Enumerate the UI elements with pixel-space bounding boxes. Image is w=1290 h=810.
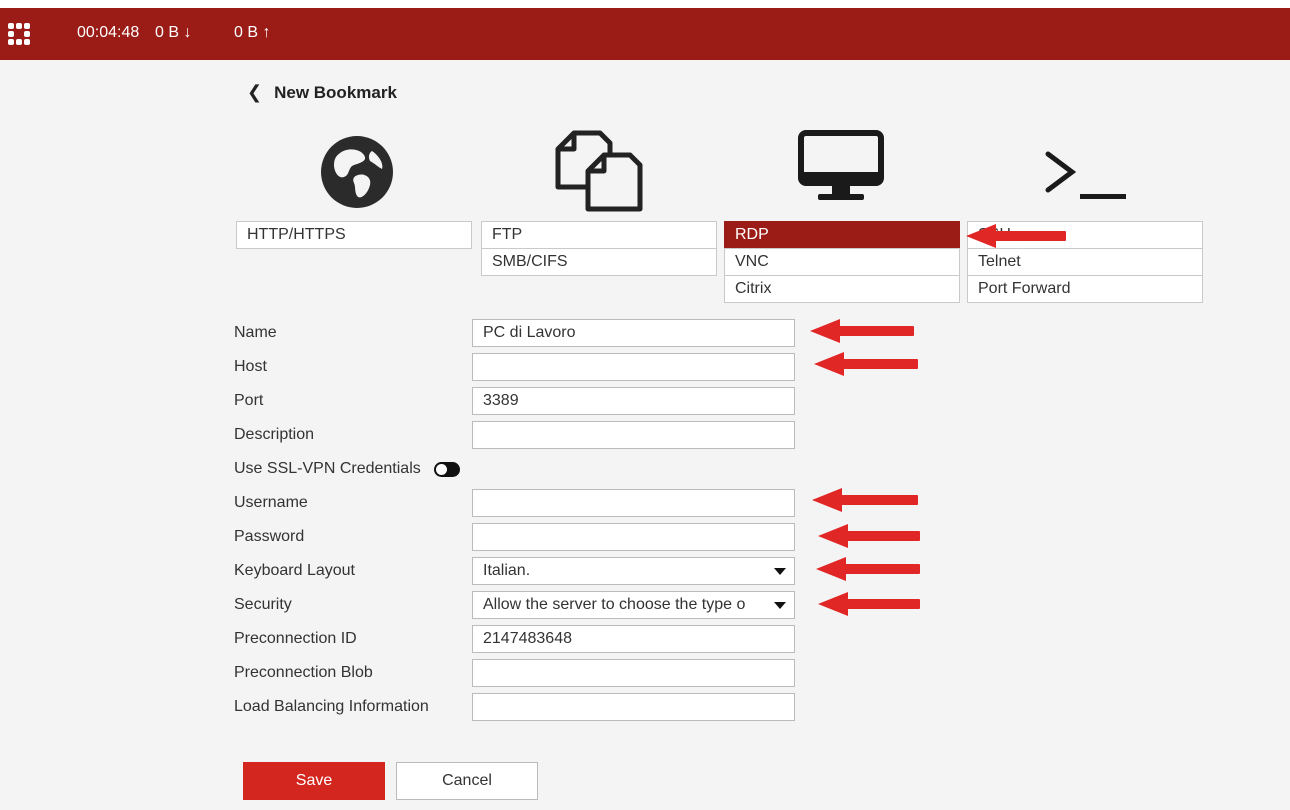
preconnection-id-input[interactable]: 2147483648 — [472, 625, 795, 653]
security-label: Security — [234, 596, 292, 613]
toggle-knob — [436, 464, 447, 475]
files-icon[interactable] — [554, 129, 644, 213]
ssl-credentials-toggle[interactable] — [434, 462, 460, 477]
name-label: Name — [234, 324, 277, 341]
type-option-telnet[interactable]: Telnet — [967, 248, 1203, 276]
host-input[interactable] — [472, 353, 795, 381]
page-title: New Bookmark — [274, 82, 397, 102]
save-button[interactable]: Save — [243, 762, 385, 800]
preconnection-blob-label: Preconnection Blob — [234, 664, 373, 681]
username-input[interactable] — [472, 489, 795, 517]
type-option-http[interactable]: HTTP/HTTPS — [236, 221, 472, 249]
type-column-desktop: RDP VNC Citrix — [724, 221, 960, 303]
type-option-citrix[interactable]: Citrix — [724, 275, 960, 303]
cancel-button[interactable]: Cancel — [396, 762, 538, 800]
top-bar: 00:04:48 0 B ↓ 0 B ↑ — [0, 8, 1290, 60]
host-label: Host — [234, 358, 267, 375]
ssl-credentials-label: Use SSL-VPN Credentials — [234, 460, 421, 477]
preconnection-blob-input[interactable] — [472, 659, 795, 687]
chevron-left-icon: ❮ — [247, 82, 263, 102]
upload-counter: 0 B ↑ — [234, 24, 271, 41]
port-label: Port — [234, 392, 264, 409]
keyboard-layout-select[interactable]: Italian. — [472, 557, 795, 585]
type-option-port-forward[interactable]: Port Forward — [967, 275, 1203, 303]
security-value: Allow the server to choose the type o — [483, 596, 746, 613]
description-input[interactable] — [472, 421, 795, 449]
type-option-ftp[interactable]: FTP — [481, 221, 717, 249]
type-option-smb[interactable]: SMB/CIFS — [481, 248, 717, 276]
download-counter: 0 B ↓ — [155, 24, 192, 41]
session-time: 00:04:48 — [77, 24, 140, 41]
monitor-icon[interactable] — [798, 130, 884, 204]
name-input[interactable]: PC di Lavoro — [472, 319, 795, 347]
keyboard-layout-value: Italian. — [483, 562, 531, 579]
type-column-web: HTTP/HTTPS — [236, 221, 472, 249]
preconnection-id-label: Preconnection ID — [234, 630, 357, 647]
type-column-file: FTP SMB/CIFS — [481, 221, 717, 276]
load-balancing-label: Load Balancing Information — [234, 698, 429, 715]
username-label: Username — [234, 494, 308, 511]
terminal-icon[interactable] — [1044, 150, 1128, 200]
type-option-rdp[interactable]: RDP — [724, 221, 960, 249]
load-balancing-input[interactable] — [472, 693, 795, 721]
description-label: Description — [234, 426, 315, 443]
type-option-vnc[interactable]: VNC — [724, 248, 960, 276]
keyboard-layout-label: Keyboard Layout — [234, 562, 355, 579]
back-button[interactable]: ❮ New Bookmark — [247, 82, 397, 103]
chevron-down-icon — [774, 602, 786, 609]
chevron-down-icon — [774, 568, 786, 575]
password-input[interactable] — [472, 523, 795, 551]
fortinet-logo-icon — [8, 23, 30, 45]
security-select[interactable]: Allow the server to choose the type o — [472, 591, 795, 619]
globe-icon[interactable] — [320, 135, 394, 209]
password-label: Password — [234, 528, 305, 545]
port-input[interactable]: 3389 — [472, 387, 795, 415]
